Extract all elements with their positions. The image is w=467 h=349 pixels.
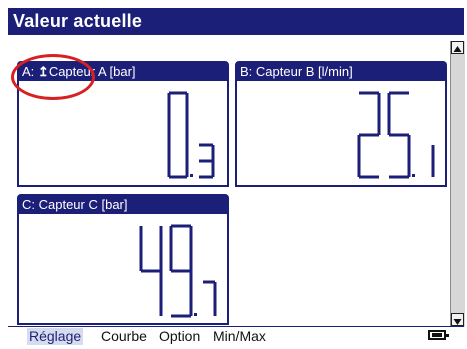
- triangle-down-icon[interactable]: [451, 313, 464, 326]
- panel-b-value: [357, 91, 435, 179]
- vertical-scrollbar[interactable]: [450, 41, 465, 327]
- decimal-digit: [203, 280, 217, 316]
- digits-c: [139, 224, 217, 318]
- decimal-point: [190, 174, 193, 177]
- battery-icon: [428, 330, 449, 340]
- title-bar: Valeur actuelle: [8, 8, 464, 35]
- panel-sensor-b[interactable]: B: Capteur B [l/min]: [235, 61, 447, 187]
- page-title: Valeur actuelle: [13, 11, 143, 31]
- menu-option[interactable]: Option: [157, 328, 202, 345]
- integer-digit: [169, 224, 193, 318]
- panel-sensor-c[interactable]: C: Capteur C [bar]: [17, 194, 229, 325]
- triangle-up-icon[interactable]: [451, 41, 464, 54]
- decimal-point: [412, 174, 415, 177]
- annotation-circle: [11, 54, 95, 100]
- digits-b: [357, 91, 435, 179]
- integer-digit: [167, 91, 189, 179]
- menu-minmax[interactable]: Min/Max: [211, 328, 268, 345]
- menu-reglage[interactable]: Réglage: [27, 328, 84, 345]
- digits-a: [167, 91, 215, 179]
- menu-courbe[interactable]: Courbe: [99, 328, 149, 345]
- integer-digit: [357, 91, 381, 179]
- integer-digit: [139, 226, 163, 316]
- panel-c-value: [139, 224, 217, 318]
- decimal-point: [194, 313, 197, 316]
- bottom-menu-bar: Réglage Courbe Option Min/Max: [8, 326, 464, 346]
- decimal-digit: [199, 143, 215, 179]
- integer-digit: [387, 91, 411, 179]
